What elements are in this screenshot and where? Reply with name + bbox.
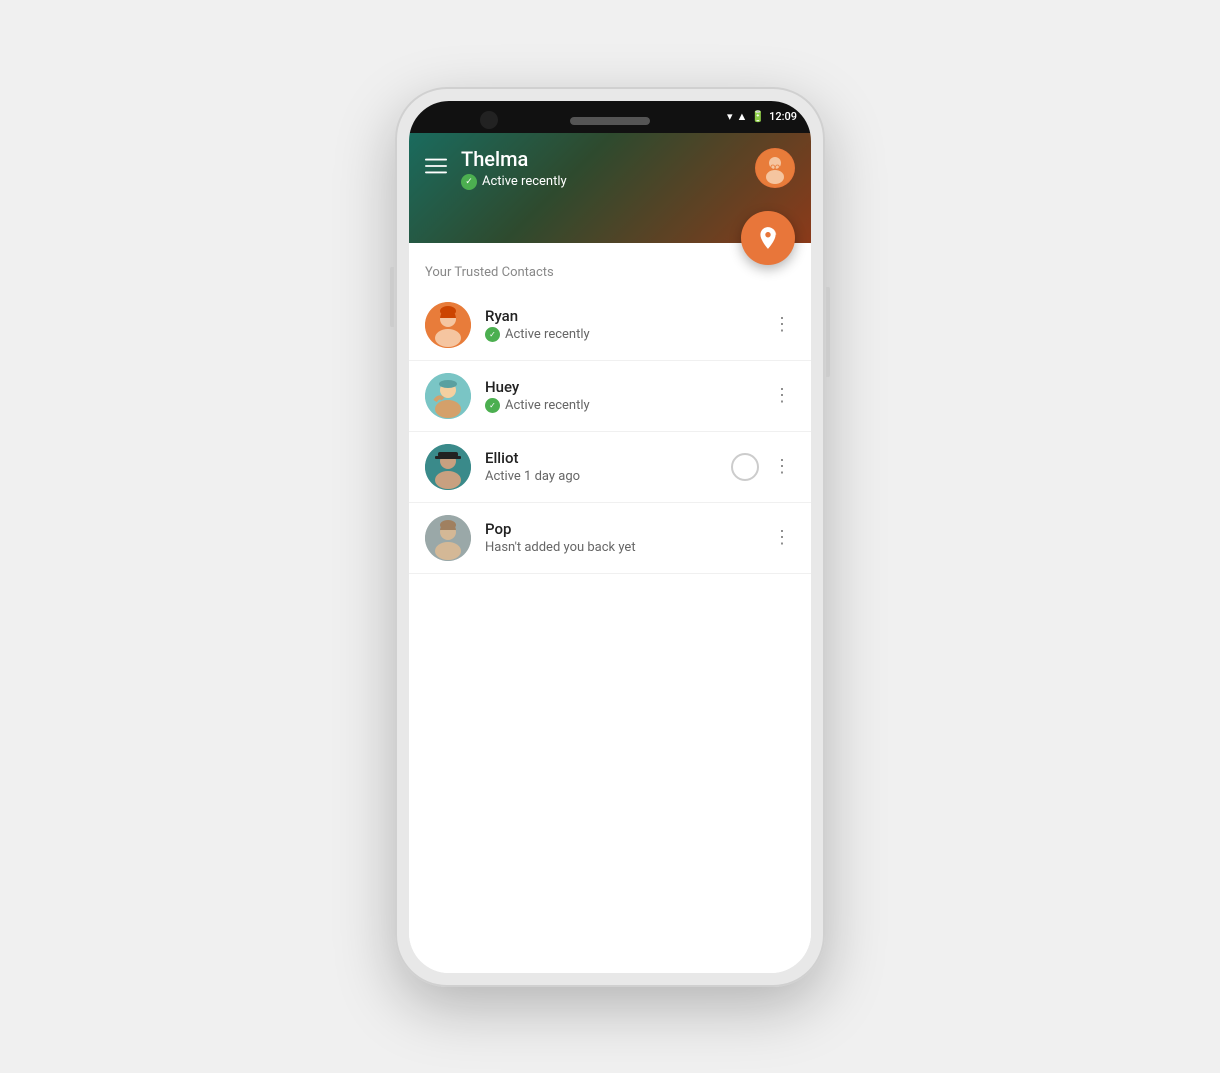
list-item: Ryan ✓ Active recently ⋮ [409, 290, 811, 361]
phone-screen: ▾ ▲ 🔋 12:09 Thelma [409, 101, 811, 973]
huey-more-icon[interactable]: ⋮ [769, 381, 795, 410]
ryan-status: ✓ Active recently [485, 327, 769, 342]
volume-button [390, 267, 394, 327]
list-item: Pop Hasn't added you back yet ⋮ [409, 503, 811, 574]
power-button [826, 287, 830, 377]
elliot-avatar [425, 444, 471, 490]
huey-status-text: Active recently [505, 398, 590, 413]
huey-info: Huey ✓ Active recently [485, 378, 769, 413]
phone-device: ▾ ▲ 🔋 12:09 Thelma [395, 87, 825, 987]
ryan-info: Ryan ✓ Active recently [485, 307, 769, 342]
menu-icon[interactable] [425, 155, 447, 182]
pop-actions: ⋮ [769, 523, 795, 552]
pop-info: Pop Hasn't added you back yet [485, 520, 769, 555]
pop-avatar [425, 515, 471, 561]
contact-list: Ryan ✓ Active recently ⋮ [409, 290, 811, 574]
huey-status: ✓ Active recently [485, 398, 769, 413]
pop-status: Hasn't added you back yet [485, 540, 769, 555]
ryan-name: Ryan [485, 307, 769, 325]
pop-name: Pop [485, 520, 769, 538]
elliot-status: Active 1 day ago [485, 469, 731, 484]
battery-icon: 🔋 [751, 110, 765, 123]
list-item: Elliot Active 1 day ago ⋮ [409, 432, 811, 503]
front-camera [480, 111, 498, 129]
wifi-icon: ▾ [727, 110, 733, 123]
ryan-avatar [425, 302, 471, 348]
active-check-icon: ✓ [485, 398, 500, 413]
elliot-status-text: Active 1 day ago [485, 469, 580, 484]
elliot-name: Elliot [485, 449, 731, 467]
header-status-text: Active recently [482, 174, 567, 189]
app-header: Thelma ✓ Active recently ∞ [409, 133, 811, 243]
signal-icon: ▲ [736, 110, 747, 123]
ryan-status-text: Active recently [505, 327, 590, 342]
contacts-content: Your Trusted Contacts [409, 243, 811, 973]
header-title-block: Thelma ✓ Active recently [461, 147, 755, 190]
elliot-info: Elliot Active 1 day ago [485, 449, 731, 484]
header-status: ✓ Active recently [461, 174, 755, 190]
elliot-more-icon[interactable]: ⋮ [769, 452, 795, 481]
ryan-actions: ⋮ [769, 310, 795, 339]
status-icons: ▾ ▲ 🔋 12:09 [727, 110, 797, 123]
elliot-actions: ⋮ [731, 452, 795, 481]
pop-status-text: Hasn't added you back yet [485, 540, 636, 555]
svg-text:∞: ∞ [770, 162, 780, 173]
active-status-icon: ✓ [461, 174, 477, 190]
clock: 12:09 [769, 110, 797, 123]
pop-more-icon[interactable]: ⋮ [769, 523, 795, 552]
huey-name: Huey [485, 378, 769, 396]
ryan-more-icon[interactable]: ⋮ [769, 310, 795, 339]
location-toggle[interactable] [731, 453, 759, 481]
share-location-fab[interactable] [741, 211, 795, 265]
thelma-avatar[interactable]: ∞ [755, 148, 795, 188]
list-item: Huey ✓ Active recently ⋮ [409, 361, 811, 432]
earpiece-speaker [570, 117, 650, 125]
huey-actions: ⋮ [769, 381, 795, 410]
header-title: Thelma [461, 147, 755, 171]
huey-avatar [425, 373, 471, 419]
active-check-icon: ✓ [485, 327, 500, 342]
